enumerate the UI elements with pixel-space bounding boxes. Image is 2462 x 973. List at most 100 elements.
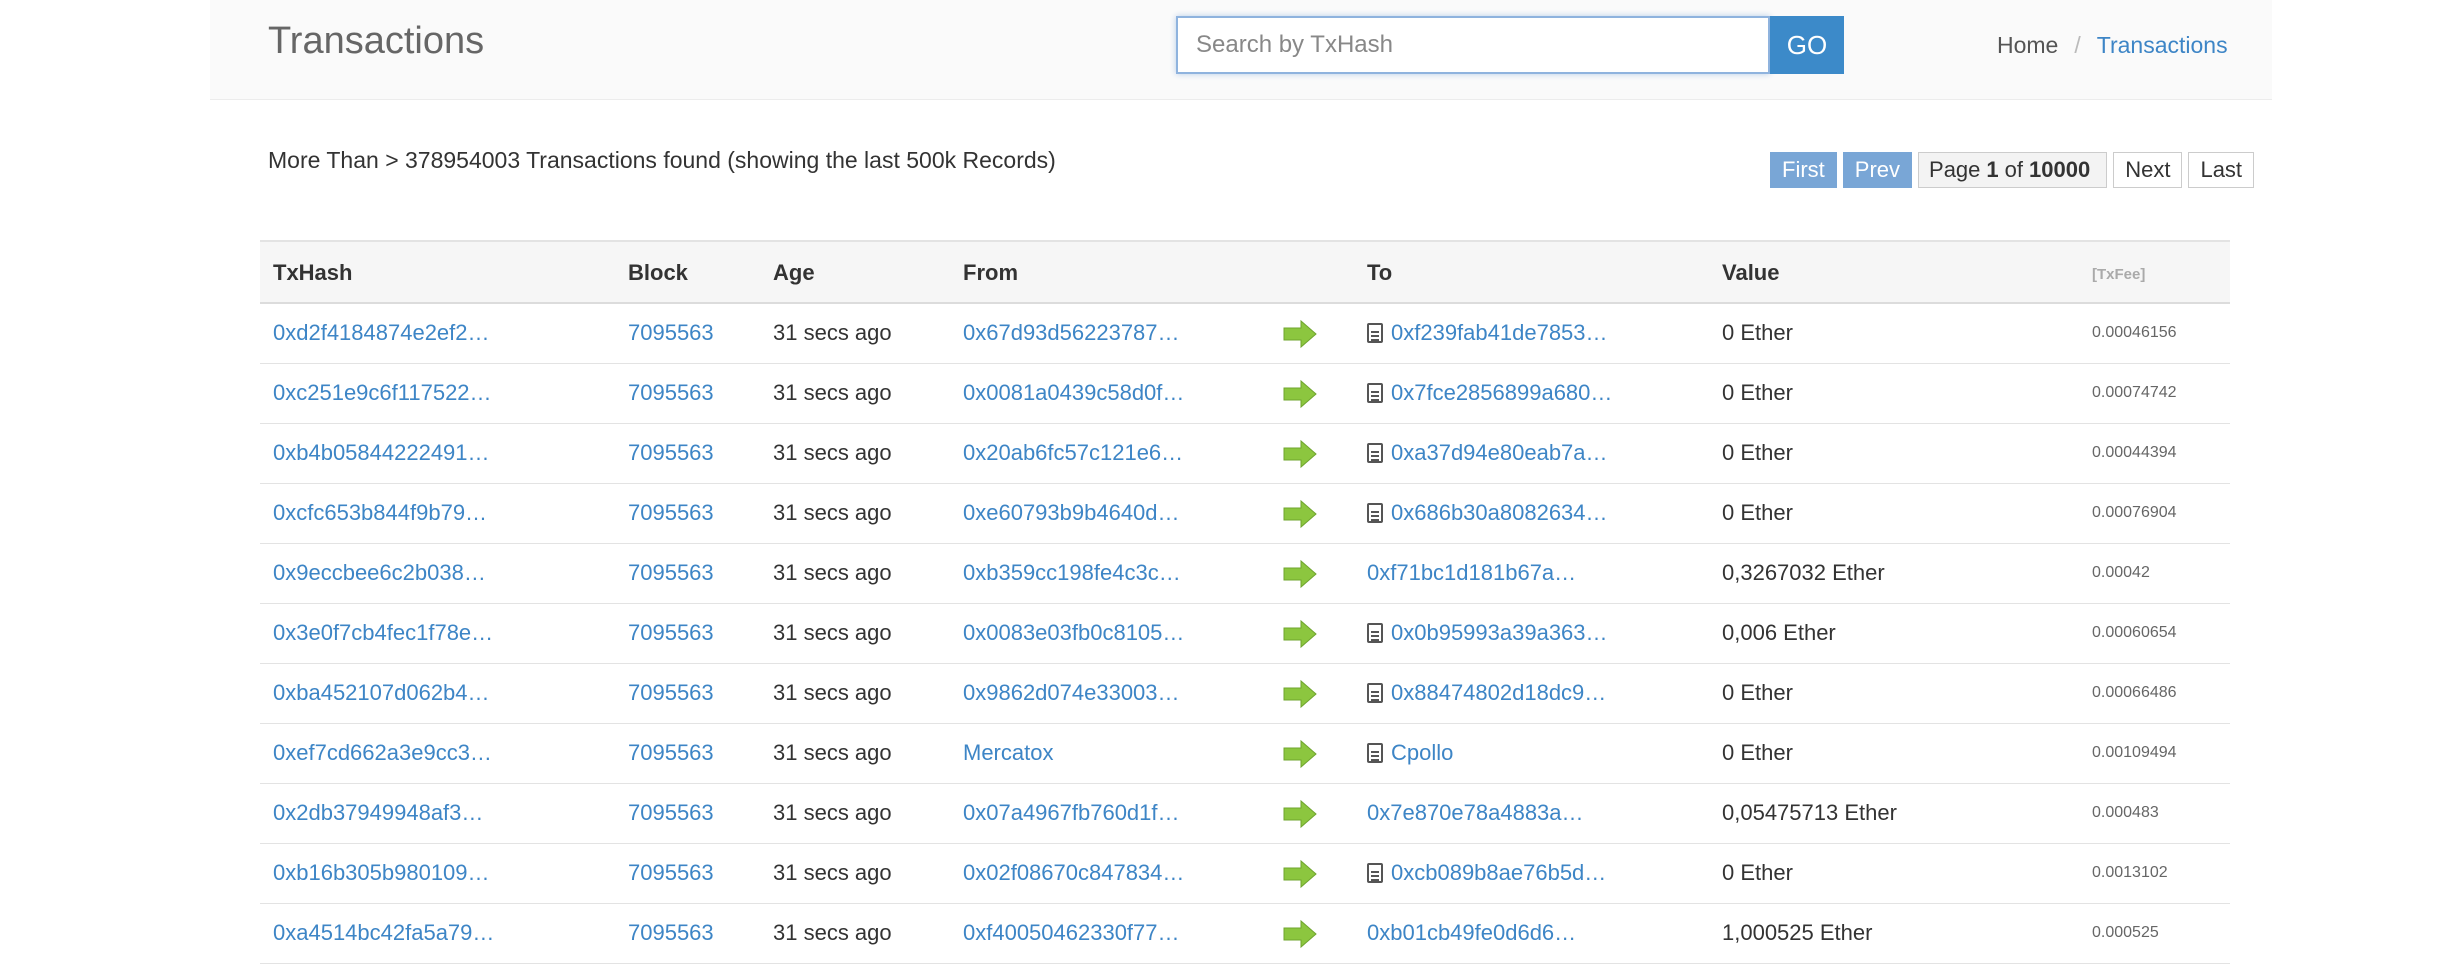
age-text: 31 secs ago — [773, 740, 892, 765]
to-address-link[interactable]: 0x88474802d18dc9… — [1391, 680, 1606, 705]
total-pages-number: 10000 — [2029, 157, 2091, 182]
value-text: 0,3267032 Ether — [1722, 560, 1885, 585]
right-arrow-icon — [1283, 319, 1317, 349]
right-arrow-icon — [1283, 859, 1317, 889]
block-link[interactable]: 7095563 — [628, 560, 714, 586]
block-link[interactable]: 7095563 — [628, 740, 714, 766]
table-row: 0xef7cd662a3e9cc3… 7095563 31 secs ago Merc… — [260, 724, 2230, 784]
value-text: 1,000525 Ether — [1722, 920, 1873, 945]
txhash-link[interactable]: 0xb4b05844222491… — [273, 440, 490, 466]
from-address-link[interactable]: 0xf40050462330f77… — [963, 920, 1180, 946]
txhash-link[interactable]: 0x9eccbee6c2b038… — [273, 560, 486, 586]
breadcrumb-home-link[interactable]: Home — [1997, 32, 2058, 59]
age-text: 31 secs ago — [773, 440, 892, 465]
to-cell: 0xcb089b8ae76b5d… — [1367, 860, 1606, 886]
column-header-txfee: [TxFee] — [2092, 266, 2146, 283]
from-address-link[interactable]: 0xe60793b9b4640d… — [963, 500, 1180, 526]
txfee-text: 0.000525 — [2092, 924, 2159, 941]
to-cell: 0x0b95993a39a363… — [1367, 620, 1608, 646]
to-cell: 0x686b30a8082634… — [1367, 500, 1608, 526]
results-summary: More Than > 378954003 Transactions found… — [268, 147, 1056, 173]
to-address-link[interactable]: 0x0b95993a39a363… — [1391, 620, 1608, 645]
column-header-block: Block — [628, 260, 688, 285]
to-address-link[interactable]: Cpollo — [1391, 740, 1453, 765]
value-text: 0 Ether — [1722, 320, 1793, 345]
from-address-link[interactable]: 0x9862d074e33003… — [963, 680, 1180, 706]
txhash-link[interactable]: 0xc251e9c6f117522… — [273, 380, 492, 406]
to-address-link[interactable]: 0x7e870e78a4883a… — [1367, 800, 1584, 825]
to-cell: 0xa37d94e80eab7a… — [1367, 440, 1608, 466]
breadcrumb-current: Transactions — [2096, 32, 2228, 58]
from-address-link[interactable]: 0x0081a0439c58d0f… — [963, 380, 1184, 406]
block-link[interactable]: 7095563 — [628, 500, 714, 526]
block-link[interactable]: 7095563 — [628, 800, 714, 826]
age-text: 31 secs ago — [773, 680, 892, 705]
search-input[interactable] — [1176, 16, 1770, 74]
value-text: 0 Ether — [1722, 380, 1793, 405]
value-text: 0,006 Ether — [1722, 620, 1836, 645]
table-row: 0x9eccbee6c2b038… 7095563 31 secs ago 0xb35… — [260, 544, 2230, 604]
column-header-txhash: TxHash — [273, 260, 353, 285]
txhash-link[interactable]: 0xba452107d062b4… — [273, 680, 490, 706]
from-address-link[interactable]: 0x67d93d56223787… — [963, 320, 1180, 346]
txhash-link[interactable]: 0xb16b305b980109… — [273, 860, 490, 886]
of-word: of — [2004, 157, 2024, 182]
block-link[interactable]: 7095563 — [628, 680, 714, 706]
to-address-link[interactable]: 0xf239fab41de7853… — [1391, 320, 1608, 345]
age-text: 31 secs ago — [773, 800, 892, 825]
right-arrow-icon — [1283, 739, 1317, 769]
txhash-link[interactable]: 0xa4514bc42fa5a79… — [273, 920, 494, 946]
to-address-link[interactable]: 0x7fce2856899a680… — [1391, 380, 1612, 405]
age-text: 31 secs ago — [773, 860, 892, 885]
right-arrow-icon — [1283, 919, 1317, 949]
block-link[interactable]: 7095563 — [628, 380, 714, 406]
txhash-link[interactable]: 0x3e0f7cb4fec1f78e… — [273, 620, 493, 646]
from-address-link[interactable]: 0x0083e03fb0c8105… — [963, 620, 1184, 646]
block-link[interactable]: 7095563 — [628, 860, 714, 886]
age-text: 31 secs ago — [773, 500, 892, 525]
page-word: Page — [1929, 157, 1981, 182]
right-arrow-icon — [1283, 439, 1317, 469]
go-button[interactable]: GO — [1770, 16, 1844, 74]
to-address-link[interactable]: 0xa37d94e80eab7a… — [1391, 440, 1608, 465]
column-header-to: To — [1367, 260, 1393, 285]
next-page-button[interactable]: Next — [2113, 152, 2183, 188]
table-header-row: TxHash Block Age From To Value [TxFee] — [260, 242, 2230, 304]
value-text: 0 Ether — [1722, 740, 1793, 765]
block-link[interactable]: 7095563 — [628, 620, 714, 646]
table-row: 0xb16b305b980109… 7095563 31 secs ago 0x02f… — [260, 844, 2230, 904]
age-text: 31 secs ago — [773, 920, 892, 945]
txhash-link[interactable]: 0xcfc653b844f9b79… — [273, 500, 487, 526]
value-text: 0 Ether — [1722, 500, 1793, 525]
page-title: Transactions — [268, 20, 485, 62]
header-bar: Transactions GO Home / Transactions — [210, 0, 2272, 100]
txfee-text: 0.00074742 — [2092, 384, 2177, 401]
from-address-link[interactable]: 0x02f08670c847834… — [963, 860, 1184, 886]
txhash-link[interactable]: 0xd2f4184874e2ef2… — [273, 320, 490, 346]
to-address-link[interactable]: 0xcb089b8ae76b5d… — [1391, 860, 1606, 885]
table-body: 0xd2f4184874e2ef2… 7095563 31 secs ago 0x67… — [260, 304, 2230, 964]
to-address-link[interactable]: 0xf71bc1d181b67a… — [1367, 560, 1576, 585]
last-page-button[interactable]: Last — [2188, 152, 2255, 188]
block-link[interactable]: 7095563 — [628, 440, 714, 466]
block-link[interactable]: 7095563 — [628, 920, 714, 946]
page-indicator: Page 1 of 10000 — [1918, 152, 2108, 188]
from-address-link[interactable]: Mercatox — [963, 740, 1053, 766]
page: Transactions GO Home / Transactions More… — [210, 0, 2272, 973]
txhash-link[interactable]: 0xef7cd662a3e9cc3… — [273, 740, 492, 766]
from-address-link[interactable]: 0x07a4967fb760d1f… — [963, 800, 1180, 826]
first-page-button[interactable]: First — [1770, 152, 1837, 188]
prev-page-button[interactable]: Prev — [1842, 152, 1913, 188]
table-row: 0x3e0f7cb4fec1f78e… 7095563 31 secs ago 0x0… — [260, 604, 2230, 664]
table-row: 0xa4514bc42fa5a79… 7095563 31 secs ago 0xf4… — [260, 904, 2230, 964]
txfee-text: 0.00042 — [2092, 564, 2150, 581]
table-row: 0xcfc653b844f9b79… 7095563 31 secs ago 0xe6… — [260, 484, 2230, 544]
txhash-link[interactable]: 0x2db37949948af3… — [273, 800, 483, 826]
block-link[interactable]: 7095563 — [628, 320, 714, 346]
contract-document-icon — [1367, 323, 1383, 343]
from-address-link[interactable]: 0x20ab6fc57c121e6… — [963, 440, 1183, 466]
to-address-link[interactable]: 0x686b30a8082634… — [1391, 500, 1608, 525]
from-address-link[interactable]: 0xb359cc198fe4c3c… — [963, 560, 1181, 586]
to-address-link[interactable]: 0xb01cb49fe0d6d6… — [1367, 920, 1576, 945]
value-text: 0 Ether — [1722, 860, 1793, 885]
